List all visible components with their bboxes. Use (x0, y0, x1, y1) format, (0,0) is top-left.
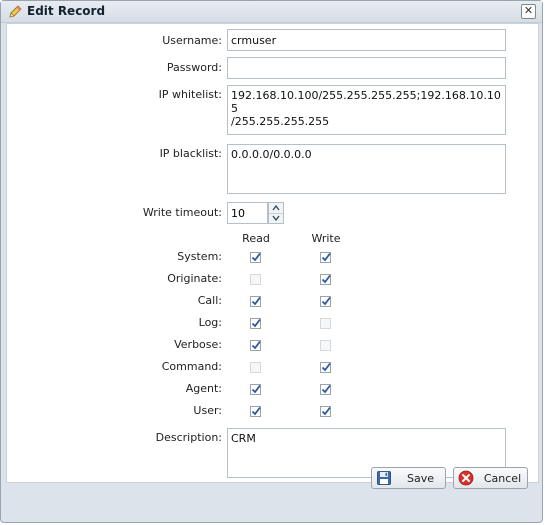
checkmark-icon (321, 296, 331, 306)
read-checkbox[interactable] (250, 318, 261, 329)
password-label: Password: (166, 61, 222, 74)
permission-label: Call: (197, 294, 222, 307)
read-checkbox[interactable] (250, 384, 261, 395)
permission-label: Log: (198, 316, 222, 329)
checkmark-icon (321, 274, 331, 284)
checkmark-icon (321, 362, 331, 372)
checkmark-icon (251, 252, 261, 262)
read-checkbox (250, 274, 261, 285)
write-checkbox[interactable] (320, 274, 331, 285)
write-checkbox[interactable] (320, 252, 331, 263)
save-button[interactable]: Save (371, 467, 446, 489)
cancel-button[interactable]: Cancel (453, 467, 528, 489)
spinner-buttons (268, 202, 284, 224)
floppy-disk-icon (376, 470, 392, 486)
read-checkbox[interactable] (250, 296, 261, 307)
read-checkbox[interactable] (250, 406, 261, 417)
pencil-icon (7, 4, 23, 20)
checkmark-icon (321, 252, 331, 262)
checkmark-icon (251, 406, 261, 416)
checkmark-icon (321, 406, 331, 416)
close-icon: ✕ (523, 4, 534, 17)
password-input[interactable] (227, 57, 506, 79)
write-timeout-spinner (227, 202, 284, 224)
ip-whitelist-label: IP whitelist: (158, 88, 222, 101)
write-column-header: Write (311, 232, 341, 245)
spinner-down-button[interactable] (269, 213, 283, 223)
permission-label: Command: (161, 360, 222, 373)
checkmark-icon (251, 296, 261, 306)
checkmark-icon (251, 318, 261, 328)
write-checkbox[interactable] (320, 362, 331, 373)
ip-blacklist-textarea[interactable]: 0.0.0.0/0.0.0.0 (227, 144, 506, 194)
permission-label: User: (193, 404, 222, 417)
permission-label: Verbose: (174, 338, 222, 351)
dialog-title: Edit Record (27, 4, 106, 18)
read-column-header: Read (242, 232, 270, 245)
checkmark-icon (251, 384, 261, 394)
write-timeout-input[interactable] (227, 202, 268, 224)
write-checkbox[interactable] (320, 296, 331, 307)
checkmark-icon (251, 340, 261, 350)
chevron-up-icon (272, 204, 280, 211)
save-button-label: Save (406, 472, 434, 485)
close-button[interactable]: ✕ (521, 4, 536, 19)
title-bar[interactable]: Edit Record ✕ (1, 1, 542, 23)
username-label: Username: (162, 34, 222, 47)
form-panel: Username: Password: IP whitelist: 192.16… (6, 23, 539, 483)
write-timeout-label: Write timeout: (142, 206, 222, 219)
write-checkbox[interactable] (320, 406, 331, 417)
write-checkbox (320, 340, 331, 351)
permission-label: Originate: (167, 272, 222, 285)
write-checkbox[interactable] (320, 384, 331, 395)
checkmark-icon (321, 384, 331, 394)
cancel-button-label: Cancel (483, 472, 522, 485)
read-checkbox (250, 362, 261, 373)
ip-blacklist-label: IP blacklist: (159, 147, 222, 160)
read-checkbox[interactable] (250, 340, 261, 351)
chevron-down-icon (272, 215, 280, 222)
username-input[interactable] (227, 29, 506, 51)
permission-label: Agent: (185, 382, 222, 395)
permission-label: System: (177, 250, 222, 263)
description-label: Description: (155, 431, 222, 444)
cancel-icon (458, 470, 474, 486)
ip-whitelist-textarea[interactable]: 192.168.10.100/255.255.255.255;192.168.1… (227, 85, 506, 135)
edit-record-dialog: Edit Record ✕ Username: Password: IP whi… (0, 0, 543, 523)
write-checkbox (320, 318, 331, 329)
read-checkbox[interactable] (250, 252, 261, 263)
